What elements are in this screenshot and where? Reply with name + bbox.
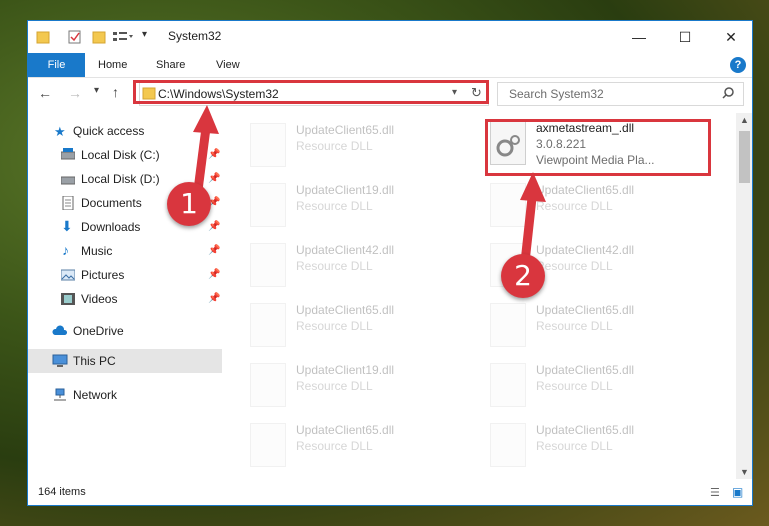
step-2-badge: 2 — [501, 254, 545, 298]
step-1-badge: 1 — [167, 182, 211, 226]
annotation-arrows — [193, 105, 546, 263]
